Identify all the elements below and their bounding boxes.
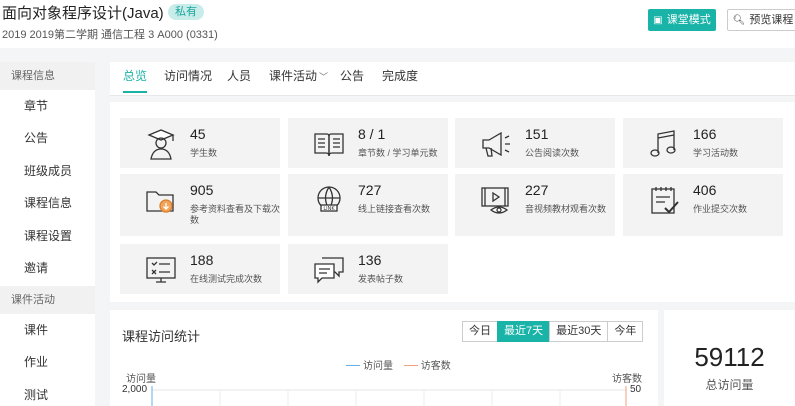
stat-label: 参考资料查看及下载次数 [190,204,281,225]
stat-activities: 166 学习活动数 [623,118,783,168]
stat-label: 学习活动数 [693,148,739,158]
stat-value: 45 [190,126,206,142]
megaphone-icon [482,131,510,157]
stat-posts: 136 发表帖子数 [288,244,448,294]
course-header: 面向对象程序设计(Java) 私有 2019 2019第二学期 通信工程 3 A… [0,0,795,48]
stat-value: 188 [190,252,214,268]
visit-stats-chart-panel: 课程访问统计 今日 最近7天 最近30天 今年 访问量 访客数 访问量 访客数 … [110,310,658,406]
stat-value: 905 [190,182,214,198]
stat-value: 227 [525,182,549,198]
sidebar-item-course-info[interactable]: 课程信息 [0,187,95,219]
stat-label: 在线测试完成次数 [190,274,263,284]
course-title: 面向对象程序设计(Java) [2,5,164,22]
globe-link-icon: LINK [317,186,341,212]
class-mode-icon: ▣ [653,15,663,26]
tab-activities-label: 课件活动 [269,69,318,83]
tab-people[interactable]: 人员 [227,62,251,96]
chevron-down-icon: ﹀ [319,72,329,82]
clipboard-check-icon [651,187,679,214]
tab-bar: 总览 访问情况 人员 课件活动 ﹀ 公告 完成度 [110,62,795,96]
sidebar-item-tests[interactable]: 测试 [0,379,95,406]
course-subtitle: 2019 2019第二学期 通信工程 3 A000 (0331) [2,29,218,41]
sidebar-item-members[interactable]: 班级成员 [0,155,95,187]
stat-label: 学生数 [190,148,218,158]
sidebar: 课程信息 章节 公告 班级成员 课程信息 课程设置 邀请 课件活动 课件 作业 … [0,62,95,406]
stat-link-views: LINK 727 线上链接查看次数 [288,174,448,236]
graduate-icon [147,129,175,160]
stat-value: 8 / 1 [358,126,386,142]
total-visits-value: 59112 [694,342,765,372]
stat-value: 166 [693,126,717,142]
sidebar-item-settings[interactable]: 课程设置 [0,220,95,252]
class-mode-button[interactable]: ▣ 课堂模式 [648,9,716,31]
stat-value: 151 [525,126,549,142]
stats-panel: 45 学生数 8 / 1 章节数 / 学习单元数 151 公告阅读次数 166 … [110,102,795,302]
stat-announcement-reads: 151 公告阅读次数 [455,118,615,168]
sidebar-item-announcements[interactable]: 公告 [0,122,95,154]
preview-course-label: 预览课程 [749,14,794,26]
sidebar-group-activities: 课件活动 [0,286,95,314]
stat-label: 发表帖子数 [358,274,404,284]
stat-label: 章节数 / 学习单元数 [358,148,438,158]
stat-label: 作业提交次数 [693,204,748,214]
tab-completion[interactable]: 完成度 [382,62,418,96]
chart-grid [151,386,627,406]
sidebar-item-homework[interactable]: 作业 [0,346,95,378]
total-visits-panel: 59112 总访问量 [664,310,795,406]
tab-overview[interactable]: 总览 [123,62,148,96]
stat-label: 公告阅读次数 [525,148,580,158]
class-mode-label: 课堂模式 [666,14,711,26]
stat-reference-views: 905 参考资料查看及下载次数 [120,174,280,236]
tab-announcements[interactable]: 公告 [340,62,364,96]
stat-homework-submissions: 406 作业提交次数 [623,174,783,236]
folder-download-icon [146,191,174,213]
video-eye-icon [481,187,509,214]
search-icon: 🔍︎ [732,15,746,26]
stat-students: 45 学生数 [120,118,280,168]
stat-value: 136 [358,252,382,268]
preview-course-button[interactable]: 🔍︎ 预览课程 [727,9,795,31]
main-content: 总览 访问情况 人员 课件活动 ﹀ 公告 完成度 45 学生数 8 / 1 章节数… [110,62,795,406]
stat-tests-completed: 188 在线测试完成次数 [120,244,280,294]
total-visits-label: 总访问量 [705,378,754,392]
stat-label: 线上链接查看次数 [358,204,431,214]
stat-video-views: 227 音视频教材观看次数 [455,174,615,236]
private-badge: 私有 [168,4,204,20]
tab-visits[interactable]: 访问情况 [164,62,212,96]
screen-test-icon [146,257,176,283]
sidebar-group-course-info: 课程信息 [0,62,95,90]
stat-value: 727 [358,182,382,198]
stat-chapters: 8 / 1 章节数 / 学习单元数 [288,118,448,168]
tab-activities[interactable]: 课件活动 ﹀ [269,62,328,96]
stat-label: 音视频教材观看次数 [525,204,607,214]
book-icon [314,133,344,157]
sidebar-item-chapters[interactable]: 章节 [0,90,95,122]
sidebar-item-courseware[interactable]: 课件 [0,314,95,346]
stat-value: 406 [693,182,717,198]
chat-icon [314,257,344,284]
sidebar-item-invite[interactable]: 邀请 [0,252,95,284]
music-note-icon [650,130,676,157]
svg-text:LINK: LINK [323,206,335,212]
